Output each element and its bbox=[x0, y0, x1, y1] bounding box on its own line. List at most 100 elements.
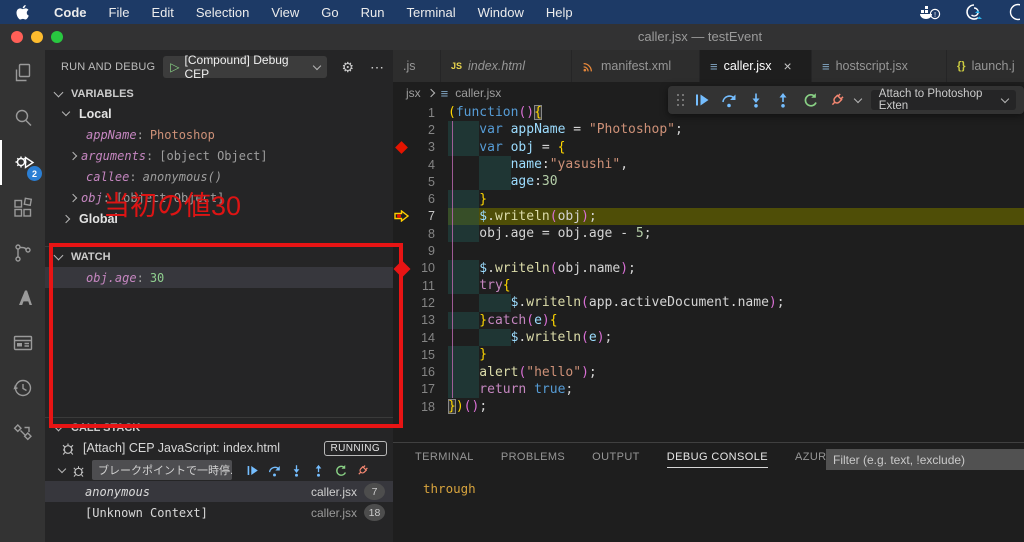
menu-item-edit[interactable]: Edit bbox=[140, 5, 184, 20]
variable-row-obj[interactable]: obj: [object Object] bbox=[45, 187, 393, 208]
menu-item-window[interactable]: Window bbox=[467, 5, 535, 20]
code-gutter[interactable]: 10 bbox=[393, 260, 448, 277]
stack-frame-row[interactable]: [Unknown Context] caller.jsx 18 bbox=[45, 502, 393, 523]
explorer-icon[interactable] bbox=[0, 50, 45, 95]
browser-preview-icon[interactable] bbox=[0, 320, 45, 365]
xml-file-icon bbox=[583, 62, 592, 71]
step-into-button[interactable] bbox=[290, 464, 303, 477]
variable-row-callee[interactable]: callee: anonymous() bbox=[45, 166, 393, 187]
toolbar-drag-handle[interactable] bbox=[676, 93, 684, 107]
variables-section-header[interactable]: VARIABLES bbox=[45, 84, 393, 103]
apple-icon[interactable] bbox=[16, 4, 29, 20]
chevron-down-icon[interactable] bbox=[853, 94, 863, 103]
more-actions-icon[interactable]: ⋯ bbox=[370, 59, 385, 76]
menu-item-view[interactable]: View bbox=[260, 5, 310, 20]
menu-item-go[interactable]: Go bbox=[310, 5, 349, 20]
tab--js[interactable]: .js bbox=[393, 50, 441, 82]
code-gutter[interactable]: 13 bbox=[393, 312, 448, 329]
continue-button[interactable] bbox=[246, 464, 259, 477]
creative-cloud-icon[interactable] bbox=[962, 3, 986, 21]
attach-session-dropdown[interactable]: Attach to Photoshop Exten bbox=[870, 88, 1016, 112]
paused-thread-row[interactable]: ブレークポイントで一時停... bbox=[45, 459, 393, 481]
code-gutter[interactable]: 8 bbox=[393, 225, 448, 242]
scope-row-local[interactable]: Local bbox=[45, 103, 393, 124]
step-out-button[interactable] bbox=[312, 464, 325, 477]
code-gutter[interactable]: 5 bbox=[393, 173, 448, 190]
code-line-text: $. writeln(e); bbox=[448, 328, 1024, 347]
scope-label: Local bbox=[79, 106, 112, 121]
variable-row-arguments[interactable]: arguments: [object Object] bbox=[45, 145, 393, 166]
close-window-button[interactable] bbox=[11, 31, 23, 43]
code-gutter[interactable]: 14 bbox=[393, 329, 448, 346]
disconnect-button[interactable] bbox=[356, 464, 369, 477]
run-and-debug-icon[interactable]: 2 bbox=[0, 140, 45, 185]
continue-button[interactable] bbox=[694, 92, 710, 108]
code-gutter[interactable]: 15 bbox=[393, 346, 448, 363]
tab-manifest-xml[interactable]: manifest.xml bbox=[572, 50, 700, 82]
variable-row-appName[interactable]: appName: Photoshop bbox=[45, 124, 393, 145]
restart-button[interactable] bbox=[802, 92, 818, 108]
breakpoint-icon[interactable] bbox=[393, 140, 410, 154]
tab-caller-jsx[interactable]: ≡ caller.jsx × bbox=[700, 50, 812, 82]
code-gutter[interactable]: 9 bbox=[393, 242, 448, 259]
code-gutter[interactable]: 3 bbox=[393, 139, 448, 156]
partial-status-icon[interactable] bbox=[1006, 3, 1020, 21]
watch-row-obj.age[interactable]: obj.age:30 bbox=[45, 267, 393, 288]
code-gutter[interactable]: 12 bbox=[393, 294, 448, 311]
watch-section-header[interactable]: WATCH bbox=[45, 246, 393, 267]
source-control-icon[interactable] bbox=[0, 230, 45, 275]
menu-item-run[interactable]: Run bbox=[350, 5, 396, 20]
menu-item-help[interactable]: Help bbox=[535, 5, 584, 20]
code-gutter[interactable]: 16 bbox=[393, 363, 448, 380]
menu-item-file[interactable]: File bbox=[98, 5, 141, 20]
code-gutter[interactable]: 18 bbox=[393, 398, 448, 415]
panel-tab-problems[interactable]: PROBLEMS bbox=[501, 451, 565, 468]
debug-console-filter-input[interactable] bbox=[826, 449, 1024, 470]
activity-bar: 2 bbox=[0, 50, 45, 542]
menu-item-code[interactable]: Code bbox=[43, 5, 98, 20]
search-icon[interactable] bbox=[0, 95, 45, 140]
tab-launch-j[interactable]: {} launch.j bbox=[947, 50, 1024, 82]
code-gutter[interactable]: 6 bbox=[393, 190, 448, 207]
tab-index-html[interactable]: JS index.html bbox=[441, 50, 572, 82]
step-out-button[interactable] bbox=[775, 92, 791, 108]
code-gutter[interactable]: 2 bbox=[393, 121, 448, 138]
code-gutter[interactable]: 4 bbox=[393, 156, 448, 173]
panel-tab-output[interactable]: OUTPUT bbox=[592, 451, 640, 468]
code-gutter[interactable]: 11 bbox=[393, 277, 448, 294]
step-over-button[interactable] bbox=[721, 92, 737, 108]
watch-title: WATCH bbox=[71, 251, 111, 263]
azure-icon[interactable] bbox=[0, 275, 45, 320]
sidebar-header: RUN AND DEBUG ▷ [Compound] Debug CEP ⚙ ⋯ bbox=[45, 50, 393, 84]
launch-config-dropdown[interactable]: ▷ [Compound] Debug CEP bbox=[163, 53, 328, 81]
breadcrumb-folder[interactable]: jsx bbox=[406, 86, 421, 100]
breadcrumb-file[interactable]: caller.jsx bbox=[455, 86, 501, 100]
step-into-button[interactable] bbox=[748, 92, 764, 108]
close-tab-icon[interactable]: × bbox=[784, 58, 792, 74]
disconnect-button[interactable] bbox=[829, 92, 845, 108]
call-stack-section-header[interactable]: CALL STACK bbox=[45, 417, 393, 437]
code-line-5: 5 age:30 bbox=[393, 173, 1024, 191]
extensions-icon[interactable] bbox=[0, 185, 45, 230]
minimize-window-button[interactable] bbox=[31, 31, 43, 43]
timeline-history-icon[interactable] bbox=[0, 365, 45, 410]
menu-item-terminal[interactable]: Terminal bbox=[396, 5, 467, 20]
menu-item-selection[interactable]: Selection bbox=[185, 5, 260, 20]
step-over-button[interactable] bbox=[268, 464, 281, 477]
start-debug-icon[interactable]: ▷ bbox=[170, 60, 179, 74]
code-gutter[interactable]: 17 bbox=[393, 381, 448, 398]
restart-button[interactable] bbox=[334, 464, 347, 477]
scope-row-global[interactable]: Global bbox=[45, 208, 393, 229]
docker-status-icon[interactable]: ! bbox=[920, 4, 942, 20]
tab-hostscript-jsx[interactable]: ≡ hostscript.jsx bbox=[812, 50, 947, 82]
panel-tab-terminal[interactable]: TERMINAL bbox=[415, 451, 474, 468]
zoom-window-button[interactable] bbox=[51, 31, 63, 43]
code-editor[interactable]: 1(function(){2 var appName = "Photoshop";… bbox=[393, 104, 1024, 415]
code-gutter[interactable]: 7 bbox=[393, 208, 448, 225]
code-gutter[interactable]: 1 bbox=[393, 104, 448, 121]
debug-session-row[interactable]: [Attach] CEP JavaScript: index.html RUNN… bbox=[45, 437, 393, 459]
debug-settings-gear-icon[interactable]: ⚙ bbox=[341, 59, 354, 76]
test-pipeline-icon[interactable] bbox=[0, 410, 45, 455]
stack-frame-row[interactable]: anonymous caller.jsx 7 bbox=[45, 481, 393, 502]
panel-tab-debug-console[interactable]: DEBUG CONSOLE bbox=[666, 451, 768, 468]
